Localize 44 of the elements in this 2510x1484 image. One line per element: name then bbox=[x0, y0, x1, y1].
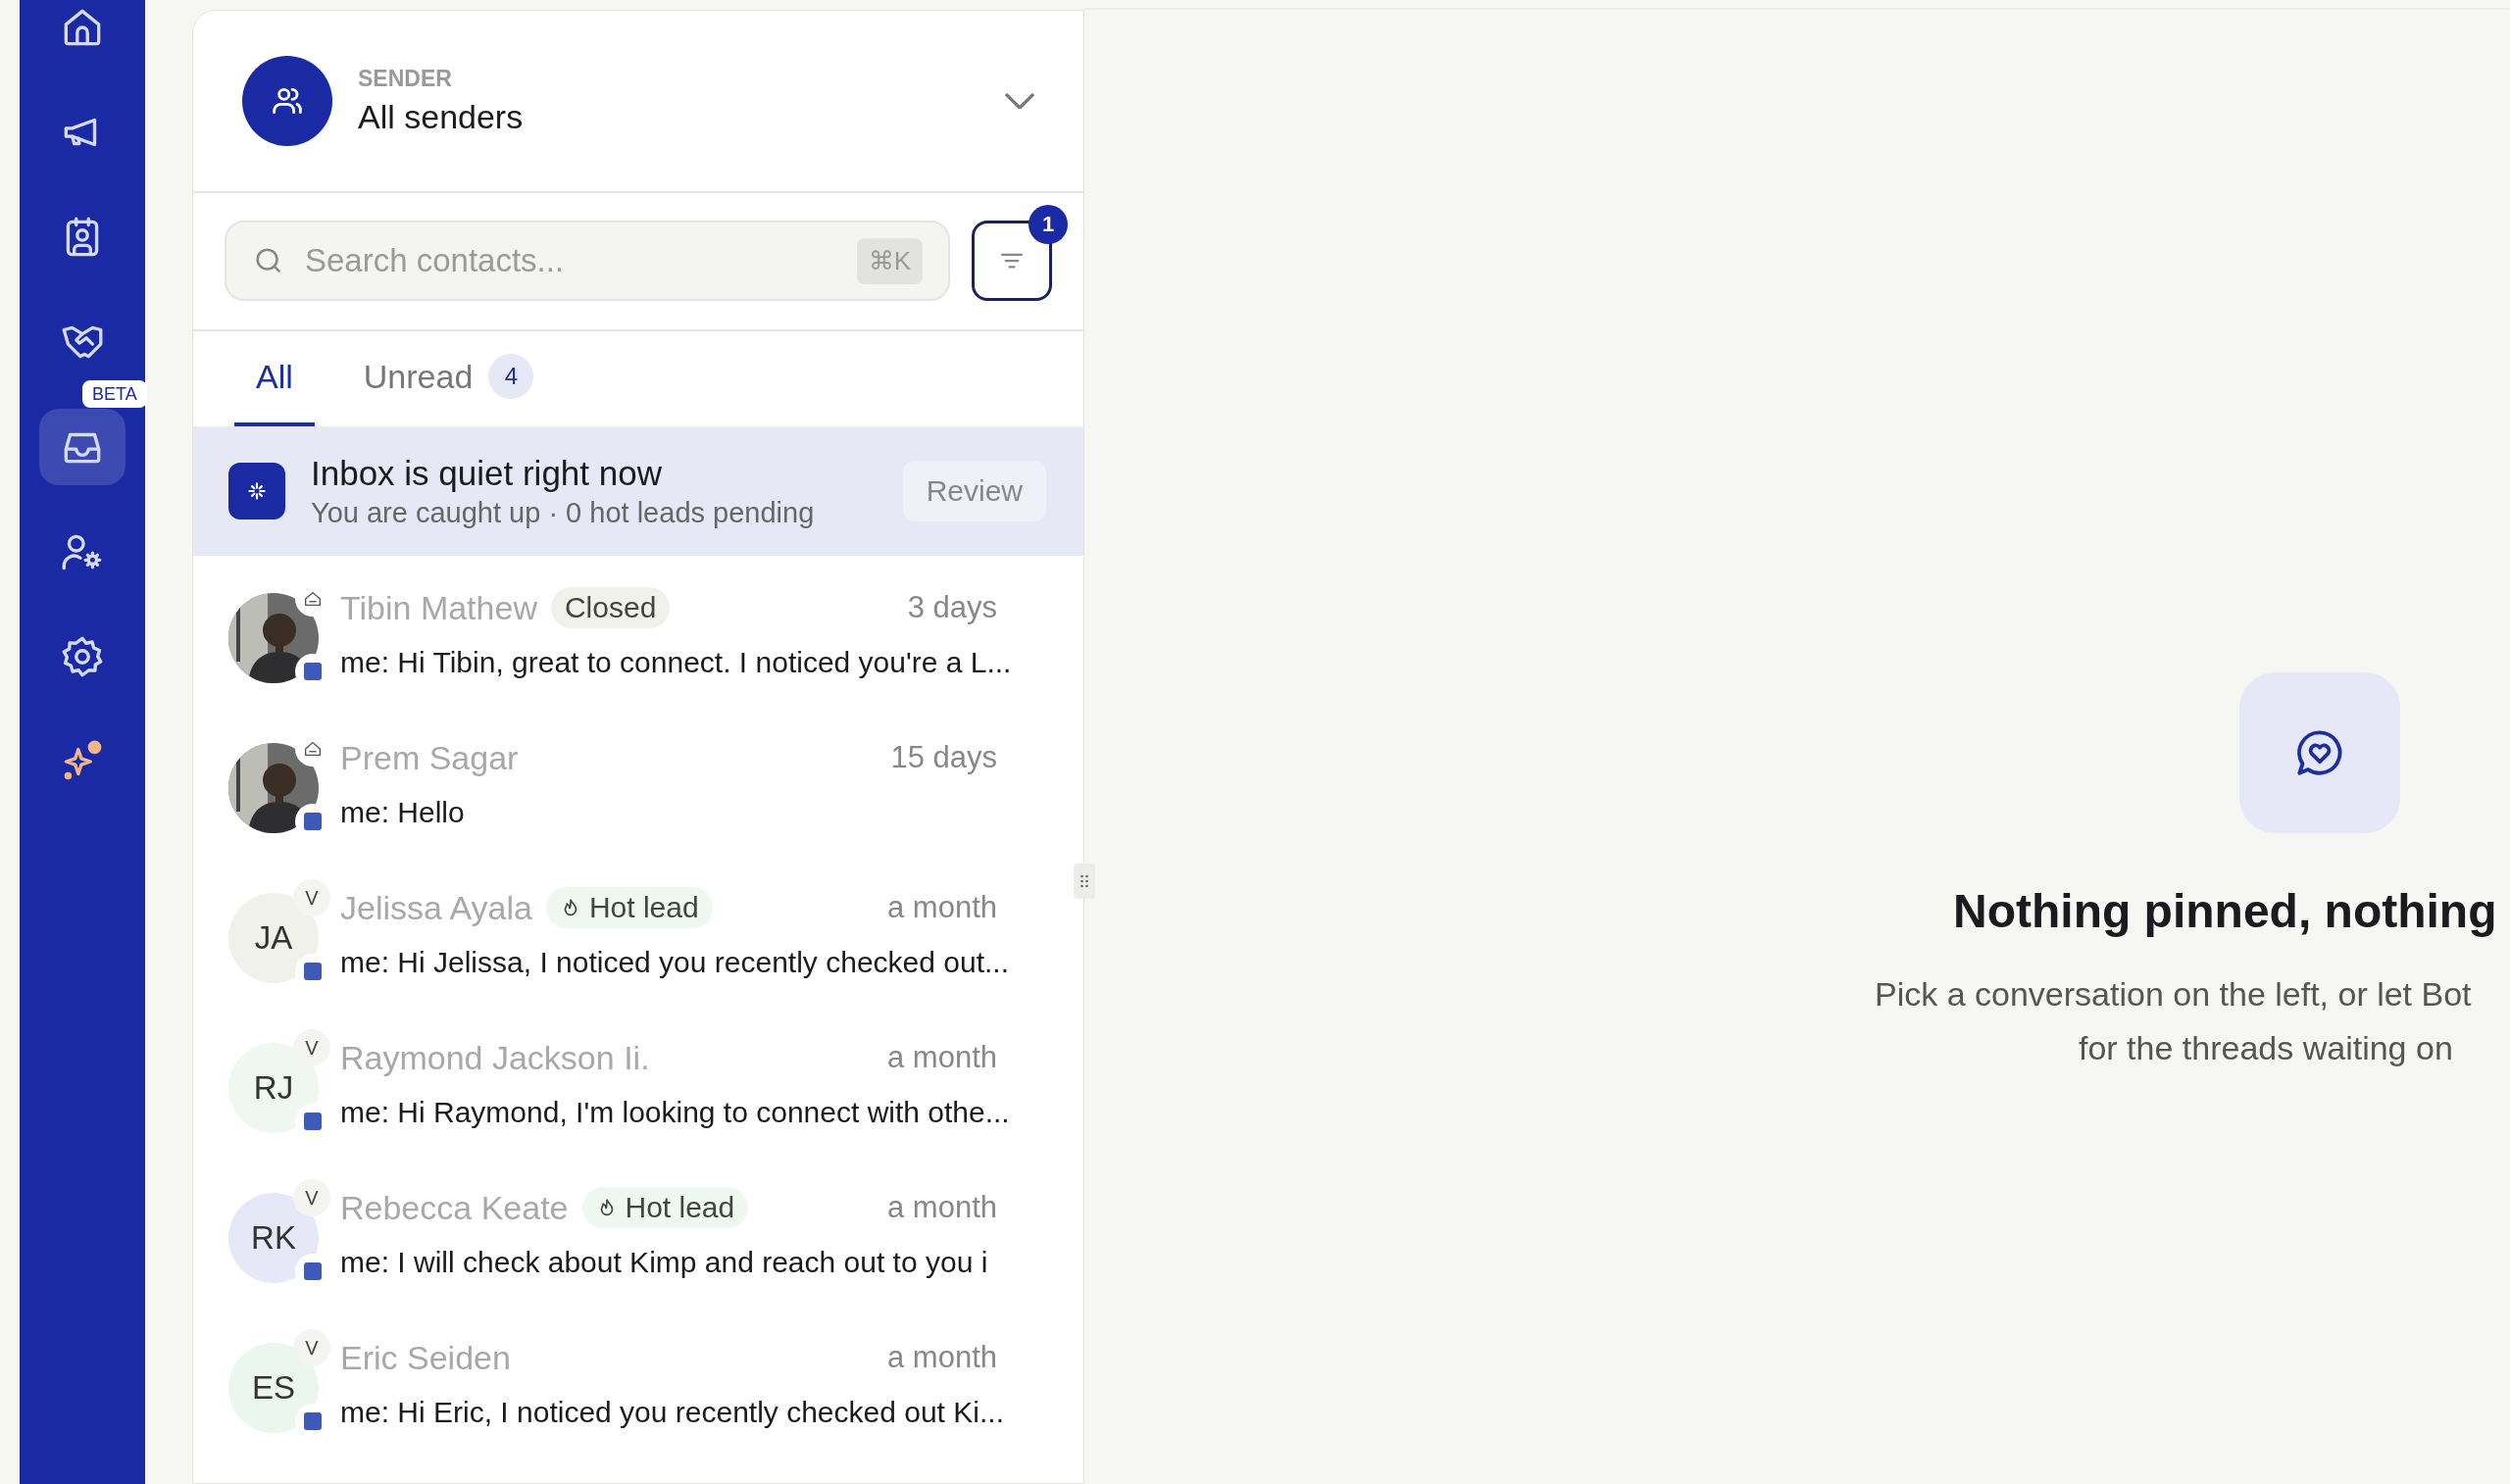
empty-state-text: Pick a conversation on the left, or let Bot bbox=[1875, 975, 2472, 1014]
conversation-item[interactable]: Tibin Mathew Closed 3 days me: Hi Tibin, great to connect. I noticed you're a L... bbox=[193, 583, 1083, 733]
contact-name: Rebecca Keate bbox=[340, 1188, 569, 1227]
contact-name: Tibin Mathew bbox=[340, 588, 537, 627]
empty-state-title: Nothing pinned, nothing bbox=[1953, 884, 2497, 938]
contact-name: Eric Seiden bbox=[340, 1338, 511, 1377]
source-badge: V bbox=[293, 1179, 330, 1216]
contact-name: Jelissa Ayala bbox=[340, 888, 532, 927]
search-input[interactable]: Search contacts... bbox=[303, 241, 839, 281]
beta-badge: BETA bbox=[82, 380, 147, 408]
banner-subtitle: You are caught up · 0 hot leads pending bbox=[311, 496, 816, 529]
message-preview: me: Hello bbox=[340, 796, 466, 829]
status-tag: Hot lead bbox=[545, 887, 713, 928]
sender-label: SENDER bbox=[358, 65, 453, 92]
unread-count-badge: 4 bbox=[488, 354, 534, 400]
message-preview: me: Hi Tibin, great to connect. I noticed you're a L... bbox=[340, 646, 1013, 679]
contact-name: Raymond Jackson Ii. bbox=[340, 1038, 650, 1077]
shortcut-hint: ⌘K bbox=[856, 237, 923, 284]
timestamp: a month bbox=[887, 1040, 997, 1075]
resize-handle-icon[interactable] bbox=[1074, 864, 1095, 899]
message-preview: me: Hi Eric, I noticed you recently checked out Ki... bbox=[340, 1396, 1005, 1429]
chevron-down-icon bbox=[1005, 92, 1034, 109]
status-tag: Closed bbox=[550, 587, 671, 628]
status-tag: Hot lead bbox=[581, 1187, 749, 1228]
source-badge: V bbox=[293, 1329, 330, 1366]
sender-selector[interactable]: SENDER All senders bbox=[193, 11, 1083, 193]
tab[interactable]: Unread 4 bbox=[341, 330, 556, 426]
filter-count-badge: 1 bbox=[1029, 205, 1068, 245]
nav-item[interactable] bbox=[39, 409, 126, 485]
sender-value: All senders bbox=[358, 97, 525, 136]
timestamp: 3 days bbox=[907, 590, 997, 625]
contact-name: Prem Sagar bbox=[340, 738, 519, 777]
message-preview: me: I will check about Kimp and reach out to you i bbox=[340, 1246, 989, 1279]
timestamp: 15 days bbox=[890, 740, 997, 775]
timestamp: a month bbox=[887, 890, 997, 925]
banner-title: Inbox is quiet right now bbox=[311, 453, 663, 493]
message-preview: me: Hi Raymond, I'm looking to connect with othe... bbox=[340, 1096, 1011, 1129]
timestamp: a month bbox=[887, 1190, 997, 1225]
source-badge: V bbox=[293, 879, 330, 916]
sparkle-icon bbox=[228, 463, 285, 520]
source-badge: V bbox=[293, 1029, 330, 1066]
message-preview: me: Hi Jelissa, I noticed you recently checked out... bbox=[340, 946, 1010, 979]
empty-state-text: for the threads waiting on bbox=[2079, 1029, 2453, 1067]
timestamp: a month bbox=[887, 1340, 997, 1375]
